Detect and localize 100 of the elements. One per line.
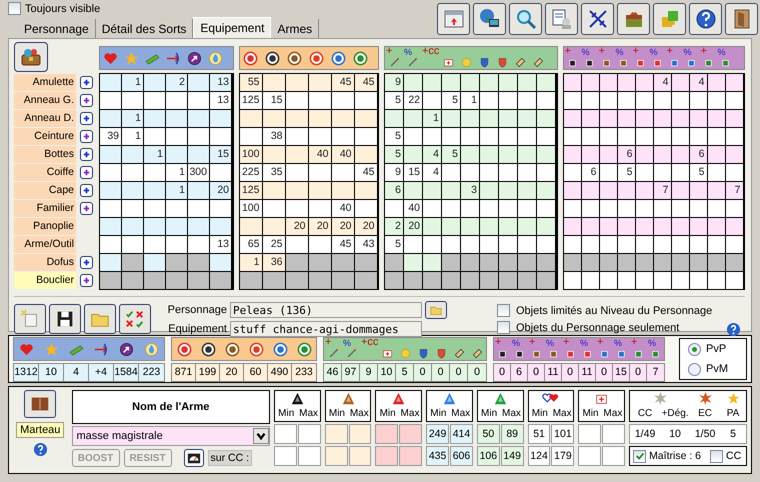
damage-cell	[324, 446, 348, 466]
row-label[interactable]: Coiffe	[14, 164, 76, 181]
damage-cell	[578, 446, 602, 466]
open-button[interactable]	[84, 304, 116, 334]
total-cell: 0	[450, 364, 468, 380]
new-button[interactable]	[14, 304, 46, 334]
add-button[interactable]	[80, 274, 92, 287]
damage-cell: 435	[426, 446, 450, 466]
row-label[interactable]: Ceinture	[14, 128, 76, 145]
checks-crosses-icon	[124, 308, 146, 330]
table-cell: 20	[210, 182, 231, 199]
table-cell: 20	[286, 218, 308, 235]
star-icon	[726, 392, 740, 405]
weapon-select[interactable]: masse magistrale	[72, 426, 270, 446]
checkbox[interactable]	[497, 321, 510, 334]
add-button[interactable]	[80, 202, 92, 215]
row-label[interactable]: Familier	[14, 200, 76, 217]
gauge-icon	[186, 451, 200, 465]
book-button[interactable]	[24, 390, 56, 418]
folder-button[interactable]	[425, 301, 447, 319]
damage-cell	[324, 424, 348, 444]
add-button[interactable]	[80, 256, 92, 269]
plus-icon	[82, 96, 90, 105]
table-cell: 5	[385, 236, 403, 253]
radio-button[interactable]	[688, 362, 701, 376]
tab[interactable]: Equipement	[193, 17, 272, 38]
toolbar-button[interactable]	[437, 3, 470, 35]
table-cell: 45	[354, 74, 376, 91]
add-button[interactable]	[80, 76, 92, 89]
stat-sign: %	[648, 336, 656, 348]
row-label[interactable]: Cape	[14, 182, 76, 199]
table-cell: 1	[166, 182, 187, 199]
table-cell: 40	[308, 146, 330, 163]
table-cell: 1	[461, 92, 479, 109]
row-label[interactable]: Anneau G.	[14, 92, 76, 109]
checkbox[interactable]	[497, 304, 510, 317]
set-field[interactable]: stuff chance-agi-dommages	[230, 321, 422, 337]
add-button[interactable]	[80, 184, 92, 197]
add-button[interactable]	[80, 166, 92, 179]
add-button[interactable]	[80, 148, 92, 161]
arrow-icon	[166, 51, 181, 66]
add-button[interactable]	[80, 112, 92, 125]
stat-sign: %	[684, 46, 692, 58]
add-button[interactable]	[80, 94, 92, 107]
column-header: PA	[726, 407, 740, 421]
table-cell: 5	[385, 146, 403, 163]
table-cell: 1	[423, 110, 441, 127]
help-icon	[694, 7, 718, 31]
save-button[interactable]	[49, 304, 81, 334]
stat-sign: %	[580, 336, 588, 348]
stat-sign: +	[598, 45, 605, 57]
table-cell: 7	[654, 182, 670, 199]
checkbox[interactable]	[710, 450, 723, 462]
total-cell: 0	[414, 364, 432, 380]
burst-icon	[698, 392, 712, 405]
row-label[interactable]: Bottes	[14, 146, 76, 163]
stat-sign: %	[512, 336, 520, 348]
gauge-button[interactable]	[184, 449, 204, 467]
damage-cell: 51	[528, 424, 550, 444]
row-label[interactable]: Bouclier	[14, 272, 76, 289]
toolbar-button[interactable]	[509, 3, 542, 35]
validate-button[interactable]	[119, 304, 151, 334]
table-cell: 4	[423, 164, 441, 181]
add-button[interactable]	[80, 130, 92, 143]
table-cell: 6	[690, 146, 706, 163]
table-cell: 5	[442, 92, 460, 109]
total-cell: 11	[545, 364, 562, 380]
checkbox[interactable]	[8, 2, 21, 15]
character-field[interactable]: Peleas (136)	[230, 302, 422, 318]
checkbox[interactable]	[633, 450, 646, 462]
table-cell: 38	[262, 128, 284, 145]
help-icon[interactable]	[726, 322, 741, 337]
row-label[interactable]: Dofus	[14, 254, 76, 271]
column-header: EC	[697, 407, 714, 421]
toolbar-button[interactable]	[581, 3, 614, 35]
drop-icon	[144, 342, 159, 356]
toolbar-button[interactable]	[545, 3, 578, 35]
chest-button[interactable]	[14, 42, 48, 72]
row-label[interactable]: Anneau D.	[14, 110, 76, 127]
toolbar-button[interactable]	[725, 3, 758, 35]
toolbar-button[interactable]	[689, 3, 722, 35]
toolbar-button[interactable]	[473, 3, 506, 35]
toolbar-button[interactable]	[617, 3, 650, 35]
toolbar-button[interactable]	[653, 3, 686, 35]
row-label[interactable]: Arme/Outil	[14, 236, 76, 253]
checkbox-label: Objets limités au Niveau du Personnage	[516, 304, 712, 316]
row-label[interactable]: Panoplie	[14, 218, 76, 235]
table-cell: 5	[442, 146, 460, 163]
total-cell: 46	[324, 364, 342, 380]
table-cell: 65	[240, 236, 262, 253]
shield-icon	[496, 57, 508, 68]
stat-sign: %	[546, 336, 554, 348]
table-cell: 9	[385, 164, 403, 181]
table-cell: 20	[404, 218, 422, 235]
table-cell: 225	[240, 164, 262, 181]
radio-button[interactable]	[688, 342, 701, 356]
plus-icon	[82, 258, 90, 267]
stat-sign: %	[650, 46, 658, 58]
row-label[interactable]: Amulette	[14, 74, 76, 91]
crit-label: sur CC :	[208, 450, 252, 466]
